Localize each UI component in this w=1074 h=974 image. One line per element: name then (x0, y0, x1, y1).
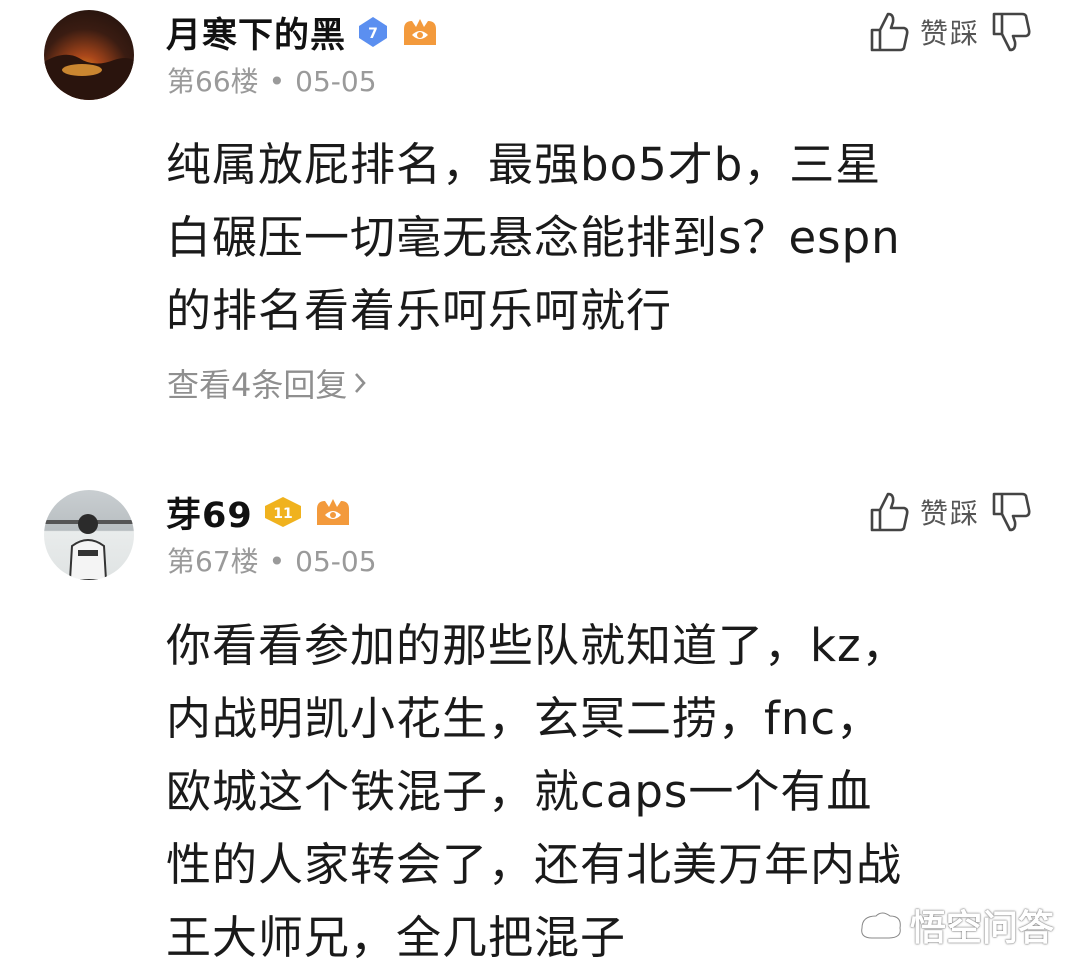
view-replies-link[interactable]: 查看4条回复 (167, 360, 367, 406)
username[interactable]: 芽69 (166, 487, 253, 538)
comment-item: 月寒下的黑 7 第66楼 • 05-05 赞踩 纯属放屁排名，最强bo5才b，三星 … (0, 0, 1074, 470)
comment-line: 性的人家转会了，还有北美万年内战 (166, 838, 903, 891)
separator-dot: • (268, 65, 286, 98)
username[interactable]: 月寒下的黑 (166, 7, 346, 58)
avatar[interactable] (44, 10, 134, 100)
vote-label: 赞踩 (919, 17, 980, 50)
thumbs-down-icon[interactable] (990, 10, 1032, 54)
comment-line: 纯属放屁排名，最强bo5才b，三星 (166, 138, 882, 191)
comment-meta: 第67楼 • 05-05 (167, 540, 377, 580)
avatar[interactable] (44, 490, 134, 580)
comment-line: 白碾压一切毫无悬念能排到s？espn (166, 211, 901, 264)
fan-badge-icon (404, 19, 437, 45)
floor-number: 第66楼 (167, 65, 259, 98)
chevron-right-icon (355, 373, 367, 393)
watermark-text: 悟空问答 (909, 908, 1054, 949)
thumbs-up-icon[interactable] (868, 10, 910, 54)
svg-text:11: 11 (273, 506, 292, 522)
watermark: 悟空问答 (858, 899, 1054, 951)
svg-text:7: 7 (368, 26, 378, 42)
comment-line: 你看看参加的那些队就知道了，kz， (166, 619, 908, 672)
thumbs-down-icon[interactable] (990, 490, 1032, 534)
diamond-level-badge-icon: 11 (264, 497, 301, 527)
diamond-level-badge-icon: 7 (359, 17, 388, 47)
wukong-logo-icon (860, 911, 902, 940)
floor-number: 第67楼 (167, 545, 259, 578)
comment-line: 内战明凯小花生，玄冥二捞，fnc， (166, 692, 883, 745)
view-replies-label: 查看4条回复 (167, 366, 348, 404)
comment-line: 的排名看着乐呵乐呵就行 (166, 284, 673, 337)
comment-meta: 第66楼 • 05-05 (167, 60, 377, 100)
comment-date: 05-05 (295, 545, 377, 578)
comment-date: 05-05 (295, 65, 377, 98)
vote-label: 赞踩 (919, 497, 980, 530)
fan-badge-icon (316, 499, 349, 525)
separator-dot: • (268, 545, 286, 578)
thumbs-up-icon[interactable] (868, 490, 910, 534)
comment-item: 芽69 11 第67楼 • 05-05 赞踩 你看看参加的那些队就知道了，kz， 内… (0, 480, 1074, 965)
comment-line: 欧城这个铁混子，就caps一个有血 (166, 765, 873, 818)
comment-text: 纯属放屁排名，最强bo5才b，三星 白碾压一切毫无悬念能排到s？espn 的排名… (166, 128, 1026, 347)
